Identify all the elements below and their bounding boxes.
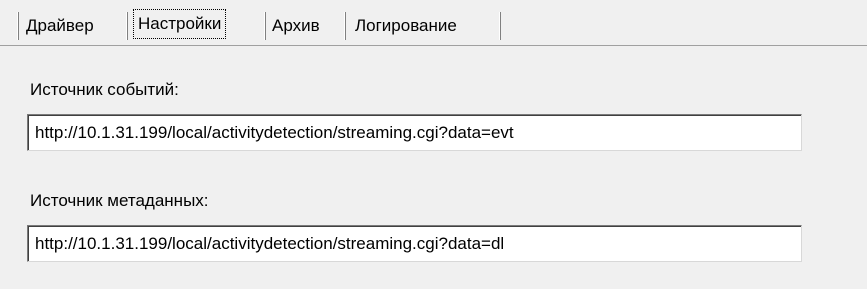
events-source-input[interactable] xyxy=(27,114,802,151)
metadata-source-label: Источник метаданных: xyxy=(30,191,209,210)
tab-strip: Драйвер Настройки Архив Логирование xyxy=(0,0,867,46)
events-source-label: Источник событий: xyxy=(30,80,179,99)
tab-archive[interactable]: Архив xyxy=(272,10,320,42)
metadata-source-input[interactable] xyxy=(27,225,802,262)
tab-separator xyxy=(17,12,19,40)
tab-separator xyxy=(499,12,501,40)
tab-separator xyxy=(344,12,346,40)
tab-settings[interactable]: Настройки xyxy=(133,9,227,39)
tab-separator xyxy=(264,12,266,40)
tab-logging[interactable]: Логирование xyxy=(355,10,457,42)
settings-panel: Источник событий: Источник метаданных: xyxy=(0,46,867,289)
tab-driver[interactable]: Драйвер xyxy=(26,10,94,42)
tab-separator xyxy=(126,12,128,40)
